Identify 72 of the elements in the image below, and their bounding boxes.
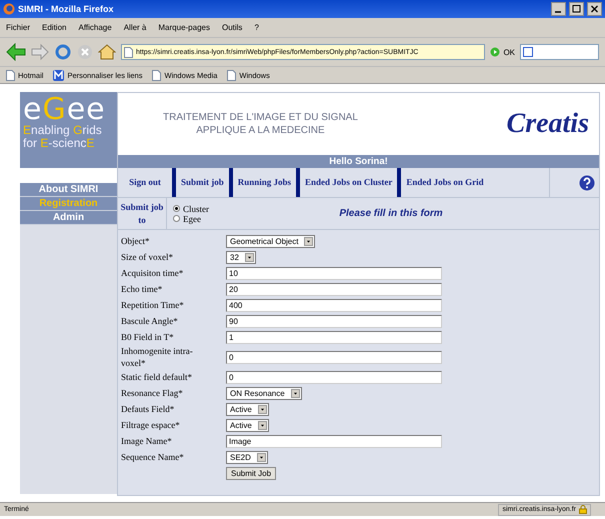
dropdown[interactable]: Active — [226, 418, 269, 432]
dropdown[interactable]: SE2D — [226, 450, 268, 464]
go-button[interactable]: OK — [490, 47, 515, 57]
dropdown[interactable]: ON Resonance — [226, 386, 302, 400]
nav-link[interactable]: Ended Jobs on Cluster — [296, 168, 398, 197]
text-field[interactable]: 0 — [226, 370, 442, 384]
text-field[interactable]: 1 — [226, 330, 442, 344]
field-label: Defauts Field* — [121, 403, 176, 415]
minimize-icon[interactable] — [551, 2, 566, 16]
page-icon — [152, 70, 162, 80]
form-hint: Please fill in this form — [338, 208, 444, 219]
text-field[interactable]: 10 — [226, 266, 442, 280]
submit-to-label: Submit job to — [118, 198, 167, 229]
field-label: Echo time* — [121, 283, 164, 295]
logo-tagline: Enabling Grids — [23, 124, 103, 137]
field-label: Bascule Angle* — [121, 315, 179, 327]
nav-link[interactable]: Running Jobs — [228, 168, 296, 197]
page-icon — [227, 70, 236, 80]
submit-button[interactable]: Submit Job — [226, 467, 276, 480]
menu-item[interactable]: Fichier — [6, 23, 30, 32]
menu-item[interactable]: Marque-pages — [158, 23, 210, 32]
maximize-icon[interactable] — [569, 2, 584, 16]
search-engine-icon — [523, 47, 533, 57]
field-label: Resonance Flag* — [121, 387, 184, 399]
radio-option[interactable]: Egee — [173, 214, 243, 224]
lock-icon — [579, 505, 587, 514]
go-icon — [490, 47, 500, 57]
text-field[interactable]: 20 — [226, 282, 442, 296]
logo-tagline: for E-sciencE — [23, 137, 96, 150]
firefox-icon — [3, 3, 15, 15]
field-label: Sequence Name* — [121, 451, 185, 463]
text-field[interactable]: 400 — [226, 298, 442, 312]
brand-logo: Creatis — [506, 108, 589, 140]
field-label: Object* — [121, 235, 150, 247]
home-icon[interactable] — [98, 43, 116, 61]
header-title: TRAITEMENT DE L'IMAGE ET DU SIGNAL APPLIQUE A LA MEDECINE — [163, 111, 358, 137]
field-label: B0 Field in T* — [121, 331, 175, 343]
reload-icon[interactable] — [54, 43, 72, 61]
radio-button[interactable] — [173, 215, 180, 222]
page-icon — [6, 70, 15, 80]
nav-link[interactable]: Ended Jobs on Grid — [397, 168, 489, 197]
m-icon — [53, 70, 64, 80]
menu-item[interactable]: ? — [254, 23, 259, 32]
help-icon[interactable] — [579, 174, 595, 190]
dropdown[interactable]: 32 — [226, 250, 256, 264]
menu-item[interactable]: Edition — [42, 23, 66, 32]
close-icon[interactable] — [587, 2, 602, 16]
nav-link[interactable]: Sign out — [118, 168, 172, 197]
search-field[interactable] — [520, 44, 599, 60]
menu-item[interactable]: Outils — [222, 23, 242, 32]
field-label: Image Name* — [121, 435, 173, 447]
dropdown[interactable]: Active — [226, 402, 269, 416]
menu-item[interactable]: Aller à — [124, 23, 146, 32]
field-label: Repetition Time* — [121, 299, 185, 311]
field-label: Size of voxel* — [121, 251, 174, 263]
logo-mark: eGee — [23, 96, 107, 124]
nav-link[interactable]: Submit job — [172, 168, 229, 197]
dropdown[interactable]: Geometrical Object — [226, 234, 316, 248]
field-label: Inhomogenite intra-voxel* — [121, 345, 194, 369]
text-field[interactable]: 0 — [226, 350, 442, 364]
field-label: Filtrage espace* — [121, 419, 181, 431]
radio-option[interactable]: Cluster — [173, 204, 243, 214]
field-label: Acquisiton time* — [121, 267, 184, 279]
back-arrow-icon[interactable] — [6, 43, 26, 61]
greeting: Hello Sorina! — [118, 155, 599, 168]
field-label: Static field default* — [121, 371, 193, 383]
window-title: SIMRI - Mozilla Firefox — [18, 4, 115, 14]
text-field[interactable]: Image — [226, 434, 442, 448]
radio-button[interactable] — [173, 205, 180, 212]
page-icon — [124, 46, 133, 58]
menu-item[interactable]: Affichage — [78, 23, 112, 32]
text-field[interactable]: 90 — [226, 314, 442, 328]
